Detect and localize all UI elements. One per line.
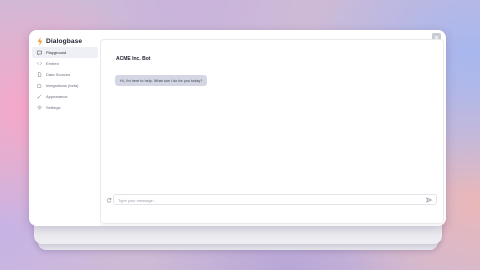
sidebar-item-label: Data Sources [46, 71, 71, 77]
sidebar-item-settings[interactable]: Settings [32, 102, 98, 113]
sidebar-item-label: Appearance [46, 93, 68, 99]
puzzle-icon [37, 83, 42, 88]
sidebar-item-label: Integrations (beta) [46, 82, 79, 88]
file-icon [38, 72, 42, 77]
send-icon[interactable] [426, 197, 432, 203]
sidebar-item-label: Embed [46, 60, 59, 66]
sidebar-item-appearance[interactable]: Appearance [32, 91, 98, 102]
sidebar-item-data-sources[interactable]: Data Sources [32, 69, 98, 80]
gear-icon [37, 105, 42, 110]
sidebar: Dialogbase Playground Embed Data Sources [29, 30, 100, 226]
sidebar-item-label: Playground [46, 49, 67, 55]
chat-bubble-icon [37, 50, 42, 55]
sidebar-item-embed[interactable]: Embed [32, 58, 98, 69]
sidebar-item-label: Settings [46, 104, 61, 110]
refresh-icon[interactable] [106, 197, 112, 203]
code-icon [37, 61, 42, 65]
message-composer [106, 194, 437, 205]
panel-footer [100, 224, 446, 226]
app-window: Dialogbase Playground Embed Data Sources [29, 30, 446, 226]
sidebar-item-integrations[interactable]: Integrations (beta) [32, 80, 98, 91]
app-name: Dialogbase [46, 37, 83, 45]
chat-panel: ACME Inc. Bot Hi, I'm here to help. What… [100, 39, 444, 224]
sidebar-nav: Playground Embed Data Sources Integratio… [32, 47, 98, 113]
bolt-logo-icon [37, 36, 43, 46]
bot-message: Hi, I'm here to help. What can I do for … [115, 75, 208, 86]
brush-icon [37, 94, 42, 99]
message-input[interactable] [118, 196, 408, 204]
brand[interactable]: Dialogbase [37, 35, 82, 47]
chat-title: ACME Inc. Bot [116, 56, 151, 62]
sidebar-item-playground[interactable]: Playground [32, 47, 98, 58]
